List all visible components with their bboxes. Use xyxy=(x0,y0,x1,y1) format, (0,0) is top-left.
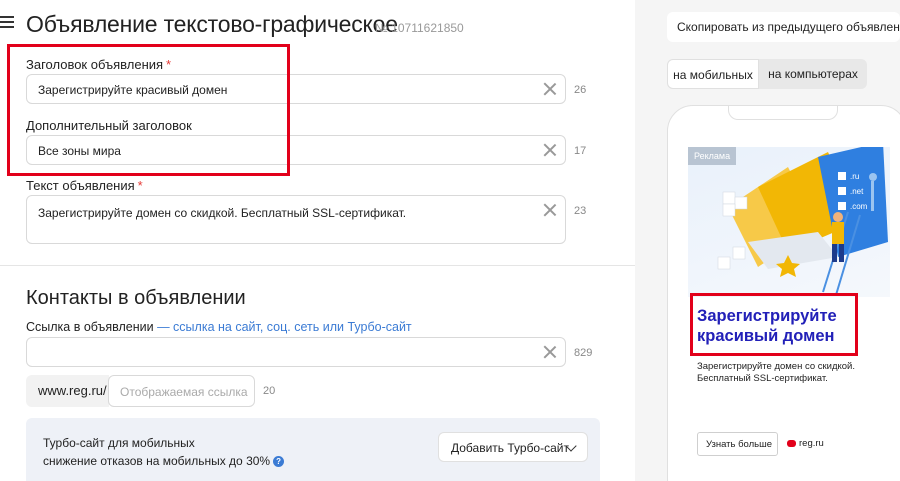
text-label: Текст объявления * xyxy=(26,178,143,193)
turbo-text: Турбо-сайт для мобильных снижение отказо… xyxy=(43,434,285,470)
menu-icon[interactable] xyxy=(0,16,14,28)
help-icon[interactable]: ? xyxy=(273,456,285,468)
display-link-input[interactable]: Отображаемая ссылка xyxy=(108,375,255,407)
link-label: Ссылка в объявлении — ссылка на сайт, со… xyxy=(26,320,412,334)
ad-number: № 10711621850 xyxy=(375,21,464,35)
divider xyxy=(0,265,635,266)
subheadline-count: 17 xyxy=(574,145,587,157)
contacts-title: Контакты в объявлении xyxy=(26,287,246,309)
tab-desktop[interactable]: на компьютерах xyxy=(759,59,867,89)
ad-editor-panel: Объявление текстово-графическое № 107116… xyxy=(0,0,635,481)
add-turbo-button[interactable]: Добавить Турбо-сайт xyxy=(438,432,588,462)
page-title: Объявление текстово-графическое xyxy=(26,11,398,37)
clear-icon[interactable] xyxy=(543,203,557,217)
headline-count: 26 xyxy=(574,84,587,96)
domain-illustration: .ru .net .com xyxy=(717,147,888,296)
display-link-count: 20 xyxy=(263,385,276,397)
ad-illustration: Реклама .ru .net .com xyxy=(688,147,890,297)
turbo-panel: Турбо-сайт для мобильных снижение отказо… xyxy=(26,418,600,481)
link-count: 829 xyxy=(574,347,593,359)
preview-description: Зарегистрируйте домен со скидкой. Беспла… xyxy=(697,361,856,384)
link-hint[interactable]: — ссылка на сайт, соц. сеть или Турбо-са… xyxy=(157,320,412,334)
clear-icon[interactable] xyxy=(543,143,557,157)
clear-icon[interactable] xyxy=(543,345,557,359)
learn-more-button[interactable]: Узнать больше xyxy=(697,432,778,456)
ad-text-value: Зарегистрируйте домен со скидкой. Беспла… xyxy=(38,206,407,220)
tag-net: .net xyxy=(850,187,864,196)
highlight-frame xyxy=(7,44,290,176)
phone-notch xyxy=(728,106,838,120)
domain-prefix: www.reg.ru/ xyxy=(26,375,109,407)
text-count: 23 xyxy=(574,205,587,217)
preview-site[interactable]: reg.ru xyxy=(787,438,824,449)
clear-icon[interactable] xyxy=(543,82,557,96)
copy-previous-button[interactable]: Скопировать из предыдущего объявления xyxy=(667,12,900,42)
tag-com: .com xyxy=(850,202,868,211)
ad-label: Реклама xyxy=(688,147,737,165)
tag-ru: .ru xyxy=(850,172,859,181)
tab-mobile[interactable]: на мобильных xyxy=(667,59,759,89)
required-mark: * xyxy=(137,178,143,193)
site-favicon-icon xyxy=(787,439,796,447)
link-input[interactable] xyxy=(26,337,566,367)
ad-text-input[interactable]: Зарегистрируйте домен со скидкой. Беспла… xyxy=(26,195,566,244)
preview-headline[interactable]: Зарегистрируйте красивый домен xyxy=(697,306,857,346)
